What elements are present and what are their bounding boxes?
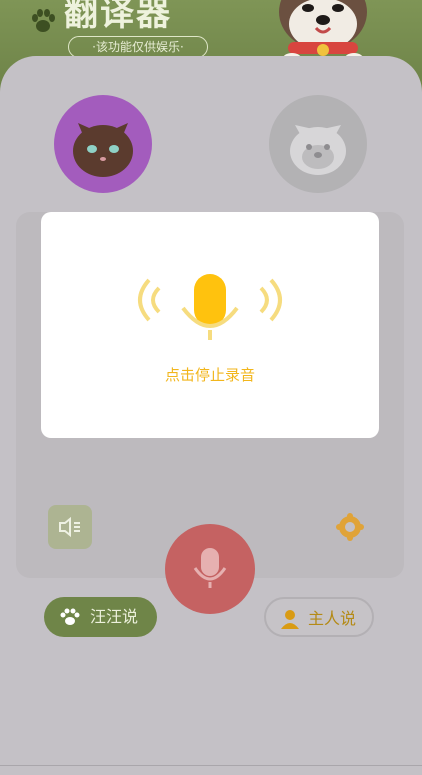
dog-face-icon (290, 125, 346, 175)
cat-face-icon (73, 123, 133, 177)
dog-avatar[interactable] (269, 95, 367, 193)
speaker-icon (59, 516, 80, 538)
owner-speak-button[interactable]: 主人说 (264, 597, 374, 637)
app-subtitle: ·该功能仅供娱乐· (68, 36, 208, 58)
owner-speak-label: 主人说 (308, 609, 357, 628)
gear-icon[interactable] (335, 512, 365, 542)
paw-icon (60, 608, 80, 625)
record-button[interactable] (165, 524, 255, 614)
microphone-icon (193, 548, 227, 588)
stop-recording-text[interactable]: 点击停止录音 (41, 364, 379, 385)
recording-microphone-icon (138, 274, 282, 340)
person-icon (281, 610, 299, 629)
speaker-button[interactable] (48, 505, 92, 549)
dog-speak-button[interactable]: 汪汪说 (44, 597, 157, 637)
bottom-divider (0, 765, 422, 766)
dog-speak-label: 汪汪说 (90, 607, 139, 626)
app-title: 翻译器 (64, 0, 172, 34)
cat-avatar[interactable] (54, 95, 152, 193)
paw-icon (32, 9, 55, 32)
recording-popup[interactable]: 点击停止录音 (41, 212, 379, 438)
